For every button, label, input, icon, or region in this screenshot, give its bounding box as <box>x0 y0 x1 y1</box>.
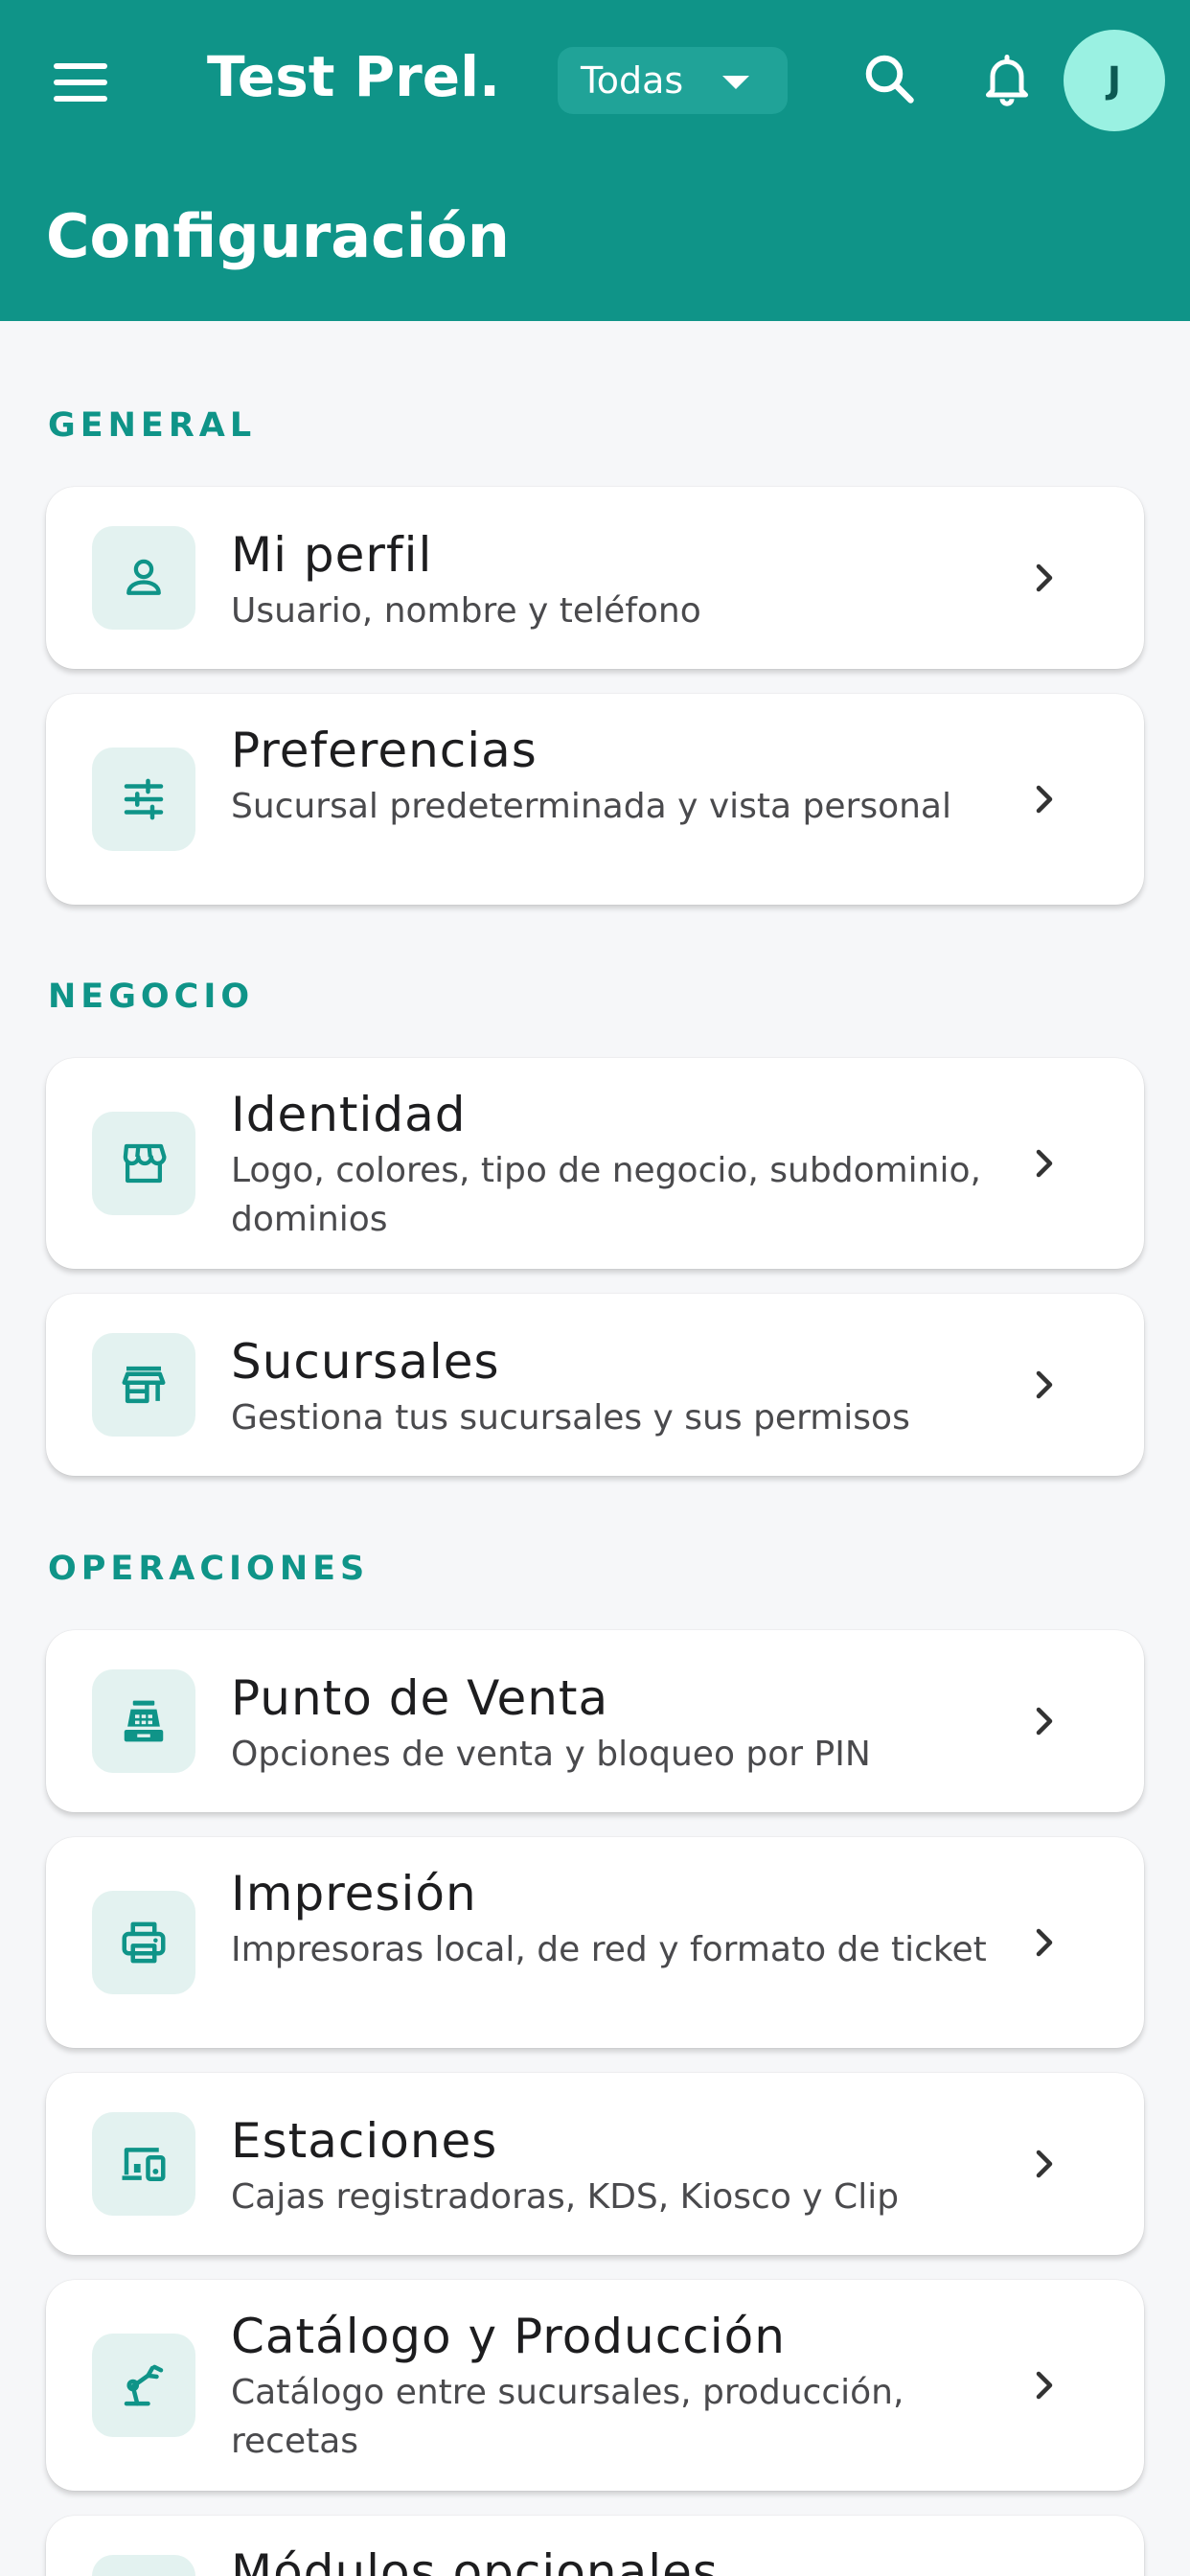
app-title: Test Prel... <box>207 44 504 109</box>
chevron-right-icon <box>1025 559 1064 597</box>
cash-register-icon <box>92 1669 195 1773</box>
precision-manufacturing-icon <box>92 2334 195 2437</box>
page-title: Configuración <box>46 201 510 271</box>
chevron-right-icon <box>1025 1144 1064 1183</box>
settings-item-mi-perfil[interactable]: Mi perfil Usuario, nombre y teléfono <box>46 487 1144 669</box>
caret-down-icon <box>722 76 749 89</box>
settings-item-sucursales[interactable]: Sucursales Gestiona tus sucursales y sus… <box>46 1294 1144 1476</box>
item-title: Preferencias <box>231 723 538 778</box>
chevron-right-icon <box>1025 780 1064 818</box>
settings-item-catalogo-y-produccion[interactable]: Catálogo y Producción Catálogo entre suc… <box>46 2280 1144 2491</box>
item-title: Catálogo y Producción <box>231 2309 786 2364</box>
section-label-general: GENERAL <box>48 406 257 445</box>
item-subtitle: Logo, colores, tipo de negocio, subdomin… <box>231 1151 981 1239</box>
search-icon[interactable] <box>855 44 924 113</box>
settings-item-identidad[interactable]: Identidad Logo, colores, tipo de negocio… <box>46 1058 1144 1269</box>
storefront-icon <box>92 1112 195 1215</box>
item-subtitle: Opciones de venta y bloqueo por PIN <box>231 1735 871 1774</box>
item-subtitle: Impresoras local, de red y formato de ti… <box>231 1930 987 1969</box>
item-title: Mi perfil <box>231 527 433 583</box>
item-subtitle: Gestiona tus sucursales y sus permisos <box>231 1398 910 1438</box>
settings-item-modulos-opcionales[interactable]: Módulos opcionales <box>46 2516 1144 2576</box>
chevron-right-icon <box>1025 1366 1064 1404</box>
section-label-negocio: NEGOCIO <box>48 978 255 1016</box>
bell-icon[interactable] <box>973 44 1041 113</box>
settings-item-estaciones[interactable]: Estaciones Cajas registradoras, KDS, Kio… <box>46 2073 1144 2255</box>
settings-item-punto-de-venta[interactable]: Punto de Venta Opciones de venta y bloqu… <box>46 1630 1144 1812</box>
item-title: Punto de Venta <box>231 1670 609 1726</box>
avatar[interactable]: J <box>1064 30 1165 131</box>
item-subtitle: Catálogo entre sucursales, producción, r… <box>231 2373 904 2461</box>
branch-selector[interactable]: Todas <box>558 47 788 114</box>
settings-item-preferencias[interactable]: Preferencias Sucursal predeterminada y v… <box>46 694 1144 905</box>
devices-icon <box>92 2112 195 2216</box>
app-bar: Test Prel... Todas J Configuración <box>0 0 1190 321</box>
chevron-right-icon <box>1025 1923 1064 1962</box>
modules-icon <box>92 2555 195 2576</box>
store-icon <box>92 1333 195 1437</box>
branch-selector-value: Todas <box>581 59 684 102</box>
item-title: Sucursales <box>231 1334 500 1390</box>
printer-icon <box>92 1891 195 1994</box>
chevron-right-icon <box>1025 2145 1064 2183</box>
item-subtitle: Cajas registradoras, KDS, Kiosco y Clip <box>231 2177 900 2217</box>
sliders-icon <box>92 748 195 851</box>
person-icon <box>92 526 195 630</box>
section-label-operaciones: OPERACIONES <box>48 1550 370 1588</box>
item-title: Identidad <box>231 1087 467 1142</box>
item-subtitle: Usuario, nombre y teléfono <box>231 591 701 631</box>
item-title: Impresión <box>231 1866 477 1921</box>
item-title: Módulos opcionales <box>231 2544 719 2576</box>
menu-icon[interactable] <box>46 56 115 109</box>
settings-item-impresion[interactable]: Impresión Impresoras local, de red y for… <box>46 1837 1144 2048</box>
chevron-right-icon <box>1025 2366 1064 2404</box>
item-title: Estaciones <box>231 2113 498 2169</box>
item-subtitle: Sucursal predeterminada y vista personal <box>231 787 951 826</box>
chevron-right-icon <box>1025 1702 1064 1740</box>
